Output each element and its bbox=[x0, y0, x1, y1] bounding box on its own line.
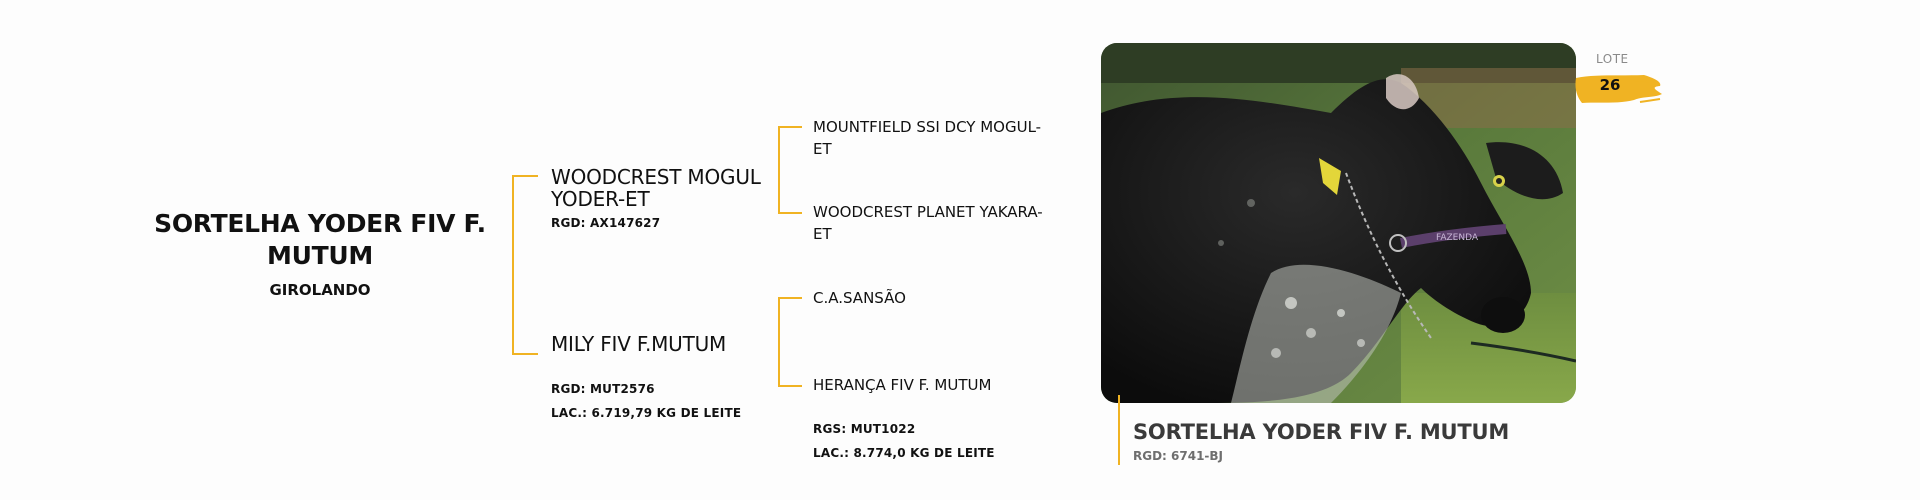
animal-name: SORTELHA YODER FIV F. MUTUM bbox=[150, 208, 490, 272]
lot-number: 26 bbox=[1599, 76, 1621, 94]
sire-grandparent-bracket-vertical bbox=[778, 126, 780, 214]
dam-grandparent-bracket-vertical bbox=[778, 297, 780, 387]
dam-rgd: RGD: MUT2576 bbox=[551, 382, 655, 396]
dam-dam-name: HERANÇA FIV F. MUTUM bbox=[813, 376, 992, 394]
sire-sire-name-line2: ET bbox=[813, 140, 832, 158]
parent-bracket-vertical bbox=[512, 175, 514, 355]
animal-name-line2: MUTUM bbox=[267, 241, 373, 270]
sire-dam-name: WOODCREST PLANET YAKARA- ET bbox=[813, 201, 1043, 245]
dam-grandparent-bracket-bottom bbox=[778, 385, 802, 387]
sire-grandparent-bracket-top bbox=[778, 126, 802, 128]
parent-bracket-bottom bbox=[512, 353, 538, 355]
dam-name: MILY FIV F.MUTUM bbox=[551, 332, 727, 356]
dam-grandparent-bracket-top bbox=[778, 297, 802, 299]
sire-grandparent-bracket-bottom bbox=[778, 212, 802, 214]
sire-sire-name-line1: MOUNTFIELD SSI DCY MOGUL- bbox=[813, 118, 1042, 136]
dam-dam-lactation: LAC.: 8.774,0 KG DE LEITE bbox=[813, 446, 995, 460]
parent-bracket-top bbox=[512, 175, 538, 177]
animal-photo: FAZENDA bbox=[1101, 43, 1576, 403]
sire-dam-name-line1: WOODCREST PLANET YAKARA- bbox=[813, 203, 1043, 221]
caption-accent-line bbox=[1118, 395, 1120, 465]
sire-name-line2: YODER-ET bbox=[551, 187, 650, 211]
dam-dam-rgs: RGS: MUT1022 bbox=[813, 422, 916, 436]
dam-lactation: LAC.: 6.719,79 KG DE LEITE bbox=[551, 406, 742, 420]
sire-name: WOODCREST MOGUL YODER-ET bbox=[551, 166, 761, 210]
halter-text: FAZENDA bbox=[1436, 233, 1479, 243]
sire-name-line1: WOODCREST MOGUL bbox=[551, 165, 761, 189]
sire-dam-name-line2: ET bbox=[813, 225, 832, 243]
dam-sire-name: C.A.SANSÃO bbox=[813, 289, 906, 307]
caption-name: SORTELHA YODER FIV F. MUTUM bbox=[1133, 420, 1510, 444]
animal-name-line1: SORTELHA YODER FIV F. bbox=[154, 209, 486, 238]
sire-sire-name: MOUNTFIELD SSI DCY MOGUL- ET bbox=[813, 116, 1041, 160]
animal-breed: GIROLANDO bbox=[269, 281, 371, 299]
lot-label: LOTE bbox=[1596, 52, 1629, 66]
caption-rgd: RGD: 6741-BJ bbox=[1133, 449, 1224, 463]
sire-rgd: RGD: AX147627 bbox=[551, 216, 661, 230]
